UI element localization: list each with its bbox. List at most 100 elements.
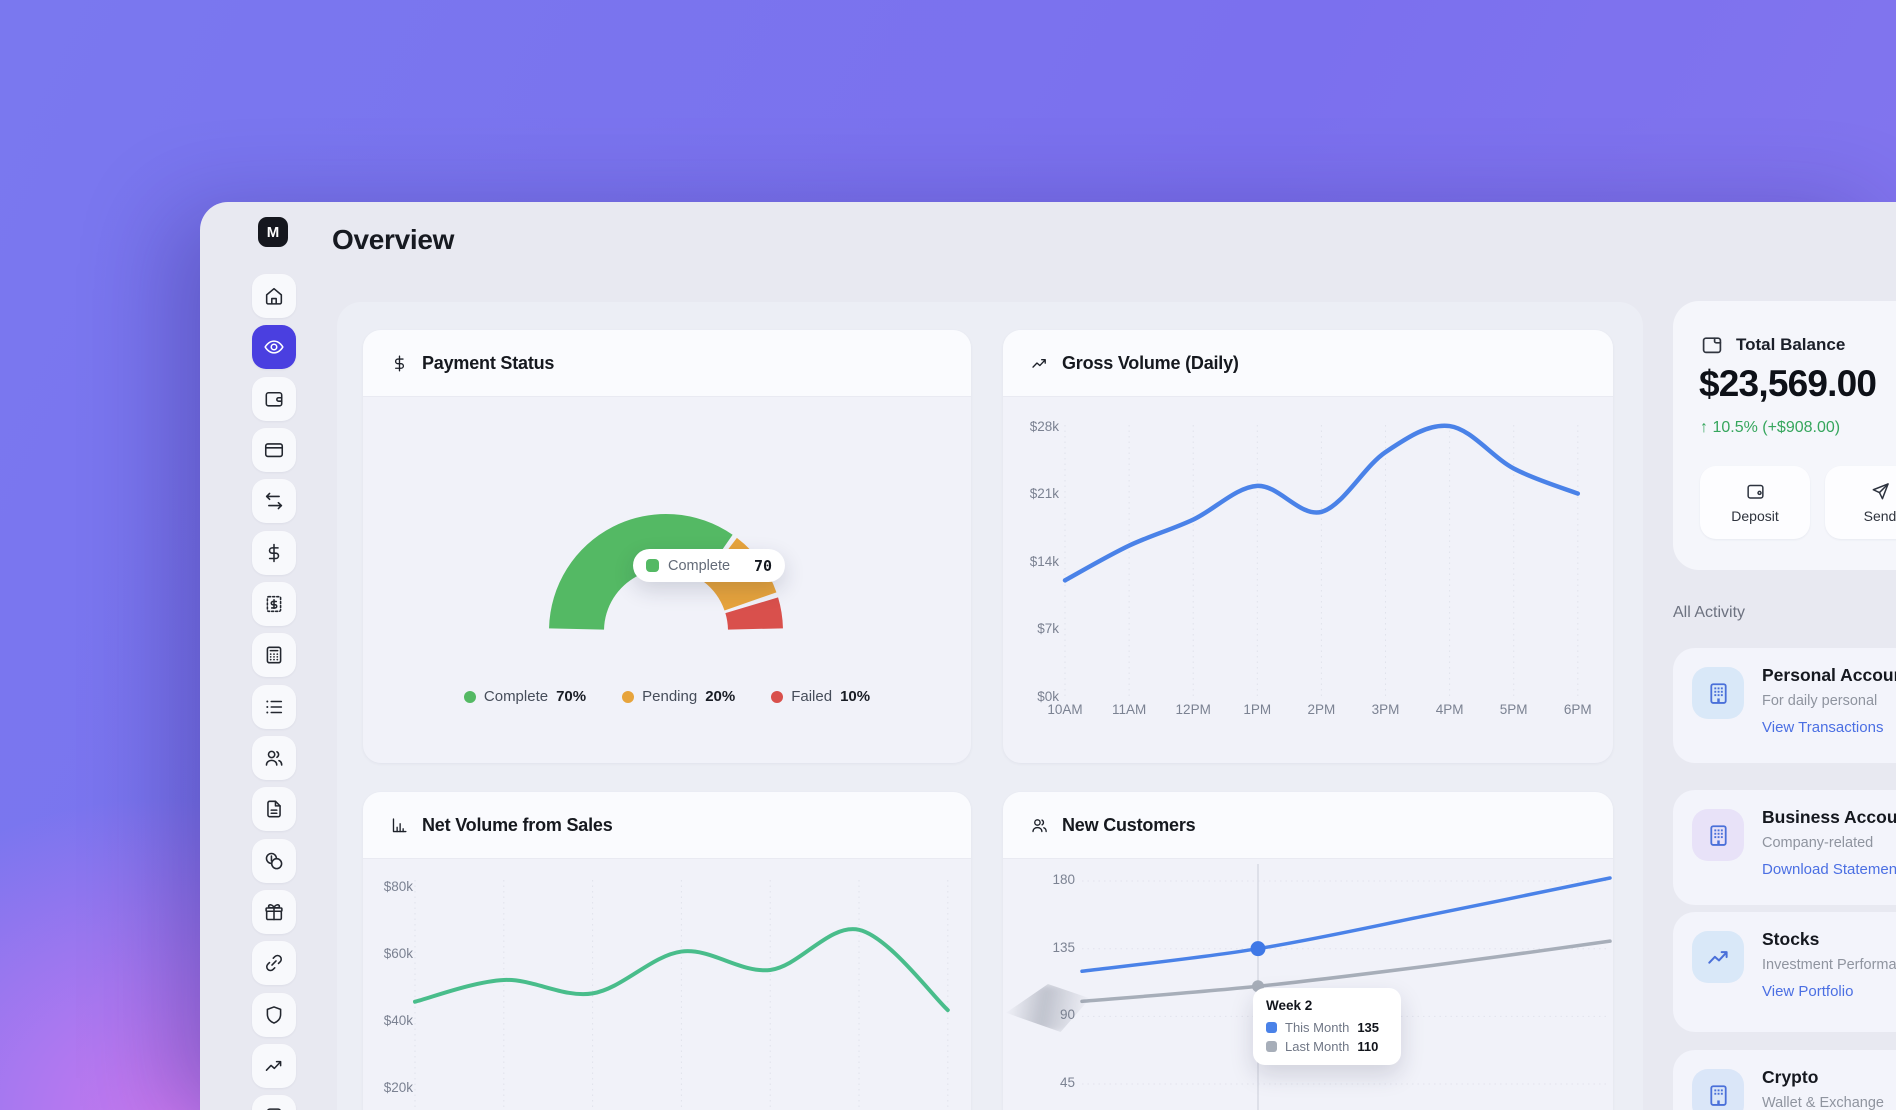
- y-axis-tick: $20k: [363, 1080, 413, 1095]
- chart-tooltip: Week 2 This Month135 Last Month110: [1253, 988, 1401, 1065]
- account-subtitle: Investment Performance: [1762, 957, 1896, 973]
- trending-up-icon: [1705, 944, 1732, 971]
- card-header: Gross Volume (Daily): [1003, 330, 1613, 397]
- account-icon-tile: [1692, 931, 1744, 983]
- card-header: Net Volume from Sales: [363, 792, 971, 859]
- gross-volume-card: $0k$7k$14k$21k$28k10AM11AM12PM1PM2PM3PM4…: [1003, 330, 1613, 763]
- account-title: Stocks: [1762, 929, 1819, 950]
- tooltip-swatch: [1266, 1041, 1277, 1052]
- screen: M Overview: [0, 0, 1896, 1110]
- legend-dot: [771, 691, 783, 703]
- trending-up-icon: [263, 1055, 285, 1077]
- total-balance-label: Total Balance: [1736, 335, 1845, 355]
- send-button[interactable]: Send: [1825, 466, 1896, 539]
- y-axis-tick: $28k: [1003, 419, 1059, 434]
- building-icon: [1705, 680, 1732, 707]
- tooltip-swatch: [646, 559, 659, 572]
- users-icon: [263, 747, 285, 769]
- activity-card-personal-account[interactable]: Personal Account For daily personal View…: [1673, 648, 1896, 763]
- sidebar-item-invoices[interactable]: [252, 582, 296, 626]
- total-balance-header: Total Balance: [1700, 333, 1845, 357]
- sidebar-item-analytics[interactable]: [252, 1044, 296, 1088]
- y-axis-tick: 135: [1003, 940, 1075, 955]
- shield-icon: [263, 1004, 285, 1026]
- x-axis-tick: 3PM: [1354, 702, 1418, 717]
- activity-card-business-account[interactable]: Business Account Company-related Downloa…: [1673, 790, 1896, 905]
- gift-icon: [263, 901, 285, 923]
- payment-status-card: Complete 70 Complete70% Pending20% Faile…: [363, 330, 971, 763]
- x-axis-tick: 2PM: [1289, 702, 1353, 717]
- app-logo: M: [258, 217, 288, 247]
- gauge-legend: Complete70% Pending20% Failed10%: [363, 688, 971, 705]
- sidebar-item-payments[interactable]: [252, 531, 296, 575]
- account-icon-tile: [1692, 1069, 1744, 1110]
- account-title: Business Account: [1762, 807, 1896, 828]
- y-axis-tick: $60k: [363, 946, 413, 961]
- gauge-tooltip: Complete 70: [633, 549, 785, 582]
- x-axis-tick: 6PM: [1546, 702, 1610, 717]
- account-title: Crypto: [1762, 1067, 1818, 1088]
- sidebar-item-home[interactable]: [252, 274, 296, 318]
- account-subtitle: Wallet & Exchange: [1762, 1095, 1884, 1110]
- dollar-icon: [390, 354, 409, 373]
- bar-chart-icon: [390, 816, 409, 835]
- sidebar-item-customers[interactable]: [252, 736, 296, 780]
- home-icon: [263, 285, 285, 307]
- document-icon: [263, 798, 285, 820]
- sidebar-item-coins[interactable]: [252, 839, 296, 883]
- x-axis-tick: 1PM: [1225, 702, 1289, 717]
- x-axis-tick: 12PM: [1161, 702, 1225, 717]
- sidebar-item-device[interactable]: [252, 1095, 296, 1110]
- wallet-icon: [263, 388, 285, 410]
- x-axis-tick: 10AM: [1033, 702, 1097, 717]
- sidebar-item-transfers[interactable]: [252, 479, 296, 523]
- tooltip-value: 70: [754, 557, 772, 575]
- total-balance-card: Total Balance $23,569.00 ↑ 10.5% (+$908.…: [1673, 301, 1896, 570]
- card-header: Payment Status: [363, 330, 971, 397]
- tooltip-title: Week 2: [1266, 998, 1388, 1013]
- x-axis-tick: 5PM: [1482, 702, 1546, 717]
- y-axis-tick: $7k: [1003, 621, 1059, 636]
- tooltip-row-last-month: Last Month110: [1266, 1039, 1388, 1054]
- card-title: New Customers: [1062, 815, 1195, 836]
- sidebar-item-links[interactable]: [252, 941, 296, 985]
- y-axis-tick: $14k: [1003, 554, 1059, 569]
- account-icon-tile: [1692, 809, 1744, 861]
- credit-card-icon: [263, 439, 285, 461]
- account-subtitle: For daily personal: [1762, 693, 1877, 709]
- account-icon-tile: [1692, 667, 1744, 719]
- deposit-button[interactable]: Deposit: [1700, 466, 1810, 539]
- card-header: New Customers: [1003, 792, 1613, 859]
- calculator-icon: [263, 644, 285, 666]
- card-title: Payment Status: [422, 353, 554, 374]
- send-plane-icon: [1870, 481, 1891, 502]
- sidebar-item-documents[interactable]: [252, 787, 296, 831]
- sidebar-item-cards[interactable]: [252, 428, 296, 472]
- legend-item-complete: Complete70%: [464, 688, 586, 705]
- tooltip-swatch: [1266, 1022, 1277, 1033]
- sidebar-item-rewards[interactable]: [252, 890, 296, 934]
- y-axis-tick: $40k: [363, 1013, 413, 1028]
- total-balance-amount: $23,569.00: [1699, 363, 1876, 405]
- sidebar-item-calculator[interactable]: [252, 633, 296, 677]
- x-axis-tick: 4PM: [1418, 702, 1482, 717]
- building-icon: [1705, 1082, 1732, 1109]
- x-axis-tick: 11AM: [1097, 702, 1161, 717]
- activity-card-stocks[interactable]: Stocks Investment Performance View Portf…: [1673, 912, 1896, 1032]
- wallet-icon: [1700, 333, 1724, 357]
- wallet-icon: [1745, 481, 1766, 502]
- card-title: Net Volume from Sales: [422, 815, 613, 836]
- link-icon: [263, 952, 285, 974]
- sidebar-item-security[interactable]: [252, 993, 296, 1037]
- sidebar-item-overview[interactable]: [252, 325, 296, 369]
- y-axis-tick: 45: [1003, 1075, 1075, 1090]
- download-statement-link[interactable]: Download Statement: [1762, 861, 1896, 878]
- sidebar-item-list[interactable]: [252, 685, 296, 729]
- activity-card-crypto[interactable]: Crypto Wallet & Exchange: [1673, 1050, 1896, 1110]
- card-title: Gross Volume (Daily): [1062, 353, 1239, 374]
- view-portfolio-link[interactable]: View Portfolio: [1762, 983, 1853, 1000]
- logo-letter: M: [267, 224, 280, 241]
- legend-item-failed: Failed10%: [771, 688, 870, 705]
- view-transactions-link[interactable]: View Transactions: [1762, 719, 1883, 736]
- sidebar-item-wallet[interactable]: [252, 377, 296, 421]
